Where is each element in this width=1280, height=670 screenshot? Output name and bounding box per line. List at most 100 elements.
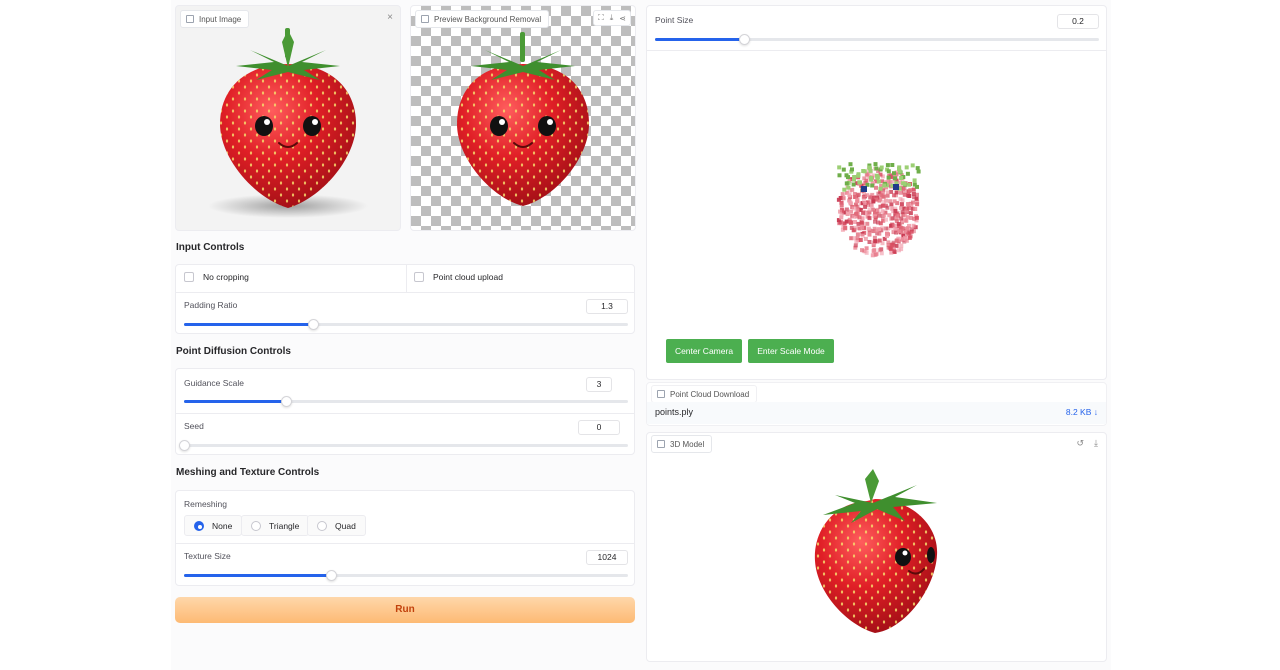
- point-cloud-point: [899, 225, 903, 230]
- point-cloud-leaf-point: [905, 171, 910, 176]
- point-cloud-leaf-point: [879, 165, 884, 170]
- point-cloud-leaf-point: [850, 167, 854, 172]
- point-cloud-point: [844, 219, 849, 224]
- point-cloud-eye-point: [861, 186, 867, 192]
- checkbox-box[interactable]: [184, 272, 194, 282]
- point-cloud-leaf-point: [848, 162, 853, 167]
- enter-scale-mode-button[interactable]: Enter Scale Mode: [748, 339, 834, 363]
- point-cloud-point: [876, 211, 881, 216]
- input-controls-title: Input Controls: [176, 242, 245, 253]
- point-cloud-leaf-point: [852, 177, 856, 182]
- point-cloud-point: [851, 206, 856, 211]
- remeshing-option-quad[interactable]: Quad: [307, 515, 366, 536]
- fullscreen-icon[interactable]: ⛶: [598, 13, 604, 23]
- point-cloud-point: [912, 216, 917, 221]
- radio-button[interactable]: [251, 520, 261, 531]
- point-cloud-point: [900, 210, 905, 215]
- point-cloud-point: [911, 200, 915, 205]
- preview-panel[interactable]: Preview Background Removal ⛶ ⤓ ⋖: [410, 5, 636, 231]
- remeshing-option-triangle[interactable]: Triangle: [241, 515, 310, 536]
- seed-input[interactable]: 0: [578, 420, 620, 435]
- point-cloud-point: [860, 221, 865, 225]
- point-cloud-point: [906, 202, 910, 207]
- point-cloud-point: [839, 203, 844, 208]
- padding-ratio-slider[interactable]: [184, 319, 628, 330]
- point-cloud-point: [909, 227, 914, 232]
- download-panel: Point Cloud Download points.ply 8.2 KB ↓: [646, 382, 1107, 426]
- app-root: Input Image × Preview Background Removal…: [171, 0, 1111, 670]
- point-cloud-upload-checkbox[interactable]: Point cloud upload: [414, 272, 503, 282]
- slider-thumb[interactable]: [325, 570, 337, 581]
- point-cloud-leaf-point: [857, 180, 862, 185]
- slider-fill: [184, 323, 313, 326]
- point-cloud-leaf-point: [862, 169, 867, 174]
- slider-thumb[interactable]: [738, 34, 750, 45]
- remeshing-label: Remeshing: [184, 499, 227, 509]
- point-cloud-leaf-point: [901, 181, 906, 186]
- point-cloud-canvas[interactable]: [647, 52, 1106, 332]
- share-icon[interactable]: ⋖: [619, 14, 626, 23]
- divider: [176, 292, 634, 293]
- point-cloud-point: [886, 245, 891, 250]
- download-filename[interactable]: points.ply: [655, 407, 693, 417]
- point-cloud-point: [885, 231, 889, 236]
- seed-slider[interactable]: [179, 440, 628, 451]
- checkbox-box[interactable]: [414, 272, 424, 282]
- point-cloud-leaf-point: [886, 175, 891, 180]
- point-cloud-point: [838, 209, 842, 214]
- point-cloud-point: [901, 229, 906, 234]
- point-cloud-point: [874, 185, 878, 190]
- meshing-controls-title: Meshing and Texture Controls: [176, 467, 320, 478]
- padding-ratio-input[interactable]: 1.3: [586, 299, 628, 314]
- point-cloud-point: [907, 235, 912, 240]
- point-cloud-point: [873, 252, 878, 257]
- point-cloud-point: [847, 193, 852, 198]
- point-cloud-point: [904, 218, 909, 223]
- point-cloud-leaf-point: [873, 162, 878, 167]
- divider: [176, 413, 634, 414]
- point-cloud-leaf-point: [907, 182, 912, 187]
- point-cloud-leaf-point: [886, 169, 891, 174]
- point-cloud-point: [896, 221, 901, 226]
- slider-thumb[interactable]: [179, 440, 190, 451]
- no-cropping-checkbox[interactable]: No cropping: [184, 272, 249, 282]
- point-cloud-point: [914, 196, 919, 201]
- input-controls-panel: No cropping Point cloud upload Padding R…: [175, 264, 635, 334]
- point-cloud-point: [885, 205, 890, 210]
- radio-button[interactable]: [317, 520, 327, 531]
- input-image-panel[interactable]: Input Image ×: [175, 5, 401, 231]
- slider-fill: [184, 574, 331, 577]
- texture-size-slider[interactable]: [184, 570, 628, 581]
- download-size[interactable]: 8.2 KB ↓: [1066, 407, 1098, 417]
- point-cloud-point: [841, 196, 846, 201]
- point-size-slider[interactable]: [655, 34, 1099, 45]
- download-file-row[interactable]: points.ply 8.2 KB ↓: [647, 402, 1106, 424]
- model-panel[interactable]: 3D Model ↺ ⤓: [646, 432, 1107, 662]
- download-icon[interactable]: ⤓: [610, 13, 614, 23]
- slider-thumb[interactable]: [307, 319, 319, 330]
- guidance-scale-input[interactable]: 3: [586, 377, 612, 392]
- close-icon[interactable]: ×: [387, 12, 393, 23]
- slider-thumb[interactable]: [281, 396, 293, 407]
- center-camera-button[interactable]: Center Camera: [666, 339, 742, 363]
- point-cloud-point: [852, 192, 857, 196]
- point-cloud-leaf-point: [870, 183, 875, 188]
- point-cloud-point: [840, 192, 845, 197]
- point-cloud-leaf-point: [878, 186, 883, 191]
- texture-size-input[interactable]: 1024: [586, 550, 628, 565]
- point-cloud-point: [871, 199, 876, 204]
- radio-button[interactable]: [194, 520, 204, 531]
- point-size-input[interactable]: 0.2: [1057, 14, 1099, 29]
- point-cloud-point: [878, 221, 883, 226]
- point-cloud-point: [855, 232, 860, 237]
- padding-ratio-label: Padding Ratio: [184, 300, 238, 310]
- download-label: Point Cloud Download: [651, 385, 758, 403]
- remeshing-option-none[interactable]: None: [184, 515, 243, 536]
- divider: [406, 265, 407, 292]
- run-button[interactable]: Run: [175, 597, 635, 623]
- point-cloud-point: [907, 189, 912, 194]
- slider-fill: [655, 38, 744, 41]
- point-cloud-leaf-point: [874, 166, 879, 171]
- guidance-scale-slider[interactable]: [184, 396, 628, 407]
- point-cloud-point: [880, 209, 885, 214]
